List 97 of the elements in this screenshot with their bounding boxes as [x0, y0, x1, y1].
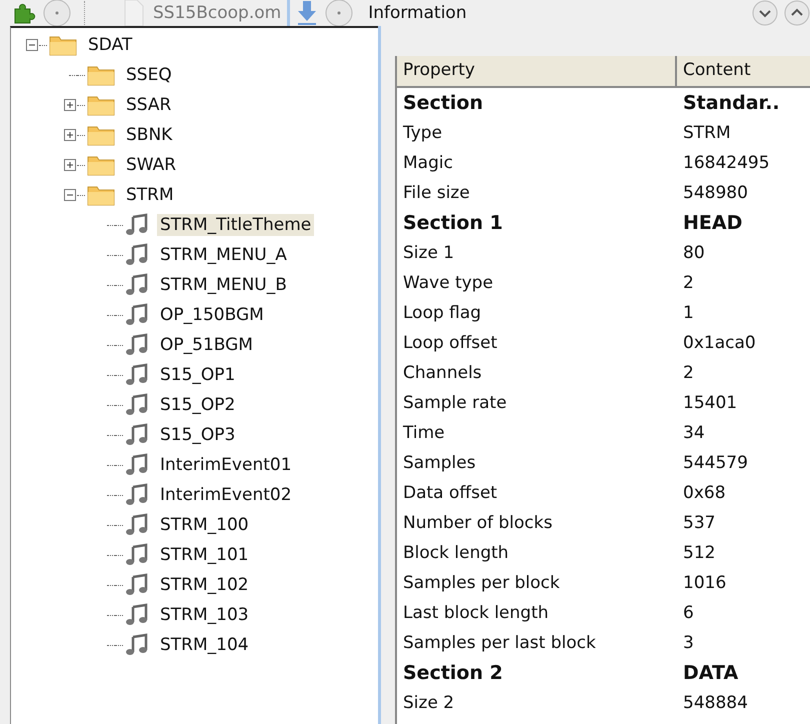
- tree-item[interactable]: SSEQ: [123, 64, 175, 86]
- content-cell-text: 2: [682, 363, 695, 383]
- folder-icon: [49, 34, 77, 56]
- tree-item[interactable]: STRM_100: [157, 514, 252, 536]
- tree-item[interactable]: STRM_MENU_A: [157, 244, 290, 266]
- property-cell-text: Number of blocks: [402, 513, 554, 533]
- music-note-icon: [125, 363, 149, 387]
- tree-item[interactable]: STRM_101: [157, 544, 252, 566]
- puzzle-icon[interactable]: [12, 1, 36, 25]
- property-cell-text: Section 2: [402, 662, 504, 684]
- folder-icon: [87, 94, 115, 116]
- music-note-icon: [125, 333, 149, 357]
- tree-item[interactable]: SSAR: [123, 94, 174, 116]
- tree-item[interactable]: SDAT: [85, 34, 136, 56]
- music-note-icon: [125, 633, 149, 657]
- tree-item[interactable]: SBNK: [123, 124, 176, 146]
- property-cell-text: Time: [402, 423, 446, 443]
- tree-item[interactable]: STRM_104: [157, 634, 252, 656]
- folder-icon: [87, 184, 115, 206]
- music-note-icon: [125, 513, 149, 537]
- tree-item[interactable]: S15_OP1: [157, 364, 238, 386]
- tree-item[interactable]: OP_51BGM: [157, 334, 256, 356]
- content-cell-text: 537: [682, 513, 716, 533]
- content-cell-text: HEAD: [682, 212, 744, 234]
- music-note-icon: [125, 453, 149, 477]
- property-cell-text: Loop flag: [402, 303, 482, 323]
- tree-item[interactable]: S15_OP2: [157, 394, 238, 416]
- tree-item[interactable]: OP_150BGM: [157, 304, 267, 326]
- content-cell-text: 548884: [682, 693, 749, 713]
- download-icon[interactable]: [296, 0, 318, 26]
- expander-icon[interactable]: [63, 158, 77, 172]
- property-cell-text: Size 2: [402, 693, 456, 713]
- music-note-icon: [125, 573, 149, 597]
- property-cell-text: Samples: [402, 453, 477, 473]
- property-cell-text: Size 1: [402, 243, 456, 263]
- tree-item[interactable]: STRM_MENU_B: [157, 274, 290, 296]
- content-cell-text: 0x1aca0: [682, 333, 757, 353]
- content-cell-text: STRM: [682, 123, 732, 143]
- tree-item[interactable]: STRM_TitleTheme: [157, 214, 314, 236]
- music-note-icon: [125, 423, 149, 447]
- folder-icon: [87, 124, 115, 146]
- music-note-icon: [125, 543, 149, 567]
- property-cell-text: Samples per block: [402, 573, 561, 593]
- property-cell-text: Channels: [402, 363, 483, 383]
- expander-icon[interactable]: [25, 38, 39, 52]
- content-cell-text: 548980: [682, 183, 749, 203]
- panel-title: Information: [368, 3, 467, 23]
- property-cell-text: File size: [402, 183, 471, 203]
- content-cell-text: 1: [682, 303, 695, 323]
- chevron-down-icon[interactable]: [752, 0, 778, 26]
- content-cell-text: DATA: [682, 662, 740, 684]
- tree-item[interactable]: STRM: [123, 184, 177, 206]
- content-cell-text: 34: [682, 423, 706, 443]
- content-cell-text: 15401: [682, 393, 738, 413]
- property-cell-text: Section: [402, 92, 484, 114]
- tree-item[interactable]: STRM_103: [157, 604, 252, 626]
- tree-item[interactable]: S15_OP3: [157, 424, 238, 446]
- music-note-icon: [125, 273, 149, 297]
- property-cell-text: Block length: [402, 543, 510, 563]
- content-cell-text: 544579: [682, 453, 749, 473]
- property-cell-text: Section 1: [402, 212, 504, 234]
- tree-item[interactable]: InterimEvent01: [157, 454, 295, 476]
- tree-item[interactable]: SWAR: [123, 154, 180, 176]
- content-cell-text: 2: [682, 273, 695, 293]
- content-cell-text: 16842495: [682, 153, 771, 173]
- property-cell-text: Data offset: [402, 483, 498, 503]
- folder-icon: [87, 64, 115, 86]
- content-cell-text: Standar..: [682, 92, 781, 114]
- tree-item[interactable]: InterimEvent02: [157, 484, 295, 506]
- content-cell-text: 6: [682, 603, 695, 623]
- property-cell-text: Type: [402, 123, 444, 143]
- content-cell-text: 1016: [682, 573, 728, 593]
- music-note-icon: [125, 393, 149, 417]
- music-note-icon: [125, 303, 149, 327]
- music-note-icon: [125, 213, 149, 237]
- property-cell-text: Wave type: [402, 273, 494, 293]
- expander-icon[interactable]: [63, 188, 77, 202]
- expander-icon[interactable]: [63, 98, 77, 112]
- property-cell-text: Last block length: [402, 603, 550, 623]
- music-note-icon: [125, 603, 149, 627]
- column-header[interactable]: Property: [397, 56, 677, 86]
- property-cell-text: Samples per last block: [402, 633, 597, 653]
- column-header[interactable]: Content: [677, 56, 810, 86]
- property-cell-text: Loop offset: [402, 333, 498, 353]
- tree-item[interactable]: STRM_102: [157, 574, 252, 596]
- chevron-up-icon[interactable]: [784, 0, 810, 26]
- property-cell-text: Magic: [402, 153, 454, 173]
- content-cell-text: 512: [682, 543, 716, 563]
- content-cell-text: 80: [682, 243, 706, 263]
- content-cell-text: 0x68: [682, 483, 727, 503]
- music-note-icon: [125, 243, 149, 267]
- expander-icon[interactable]: [63, 128, 77, 142]
- file-name: SS15Bcoop.om: [153, 3, 282, 23]
- music-note-icon: [125, 483, 149, 507]
- content-cell-text: 3: [682, 633, 695, 653]
- property-cell-text: Sample rate: [402, 393, 508, 413]
- folder-icon: [87, 154, 115, 176]
